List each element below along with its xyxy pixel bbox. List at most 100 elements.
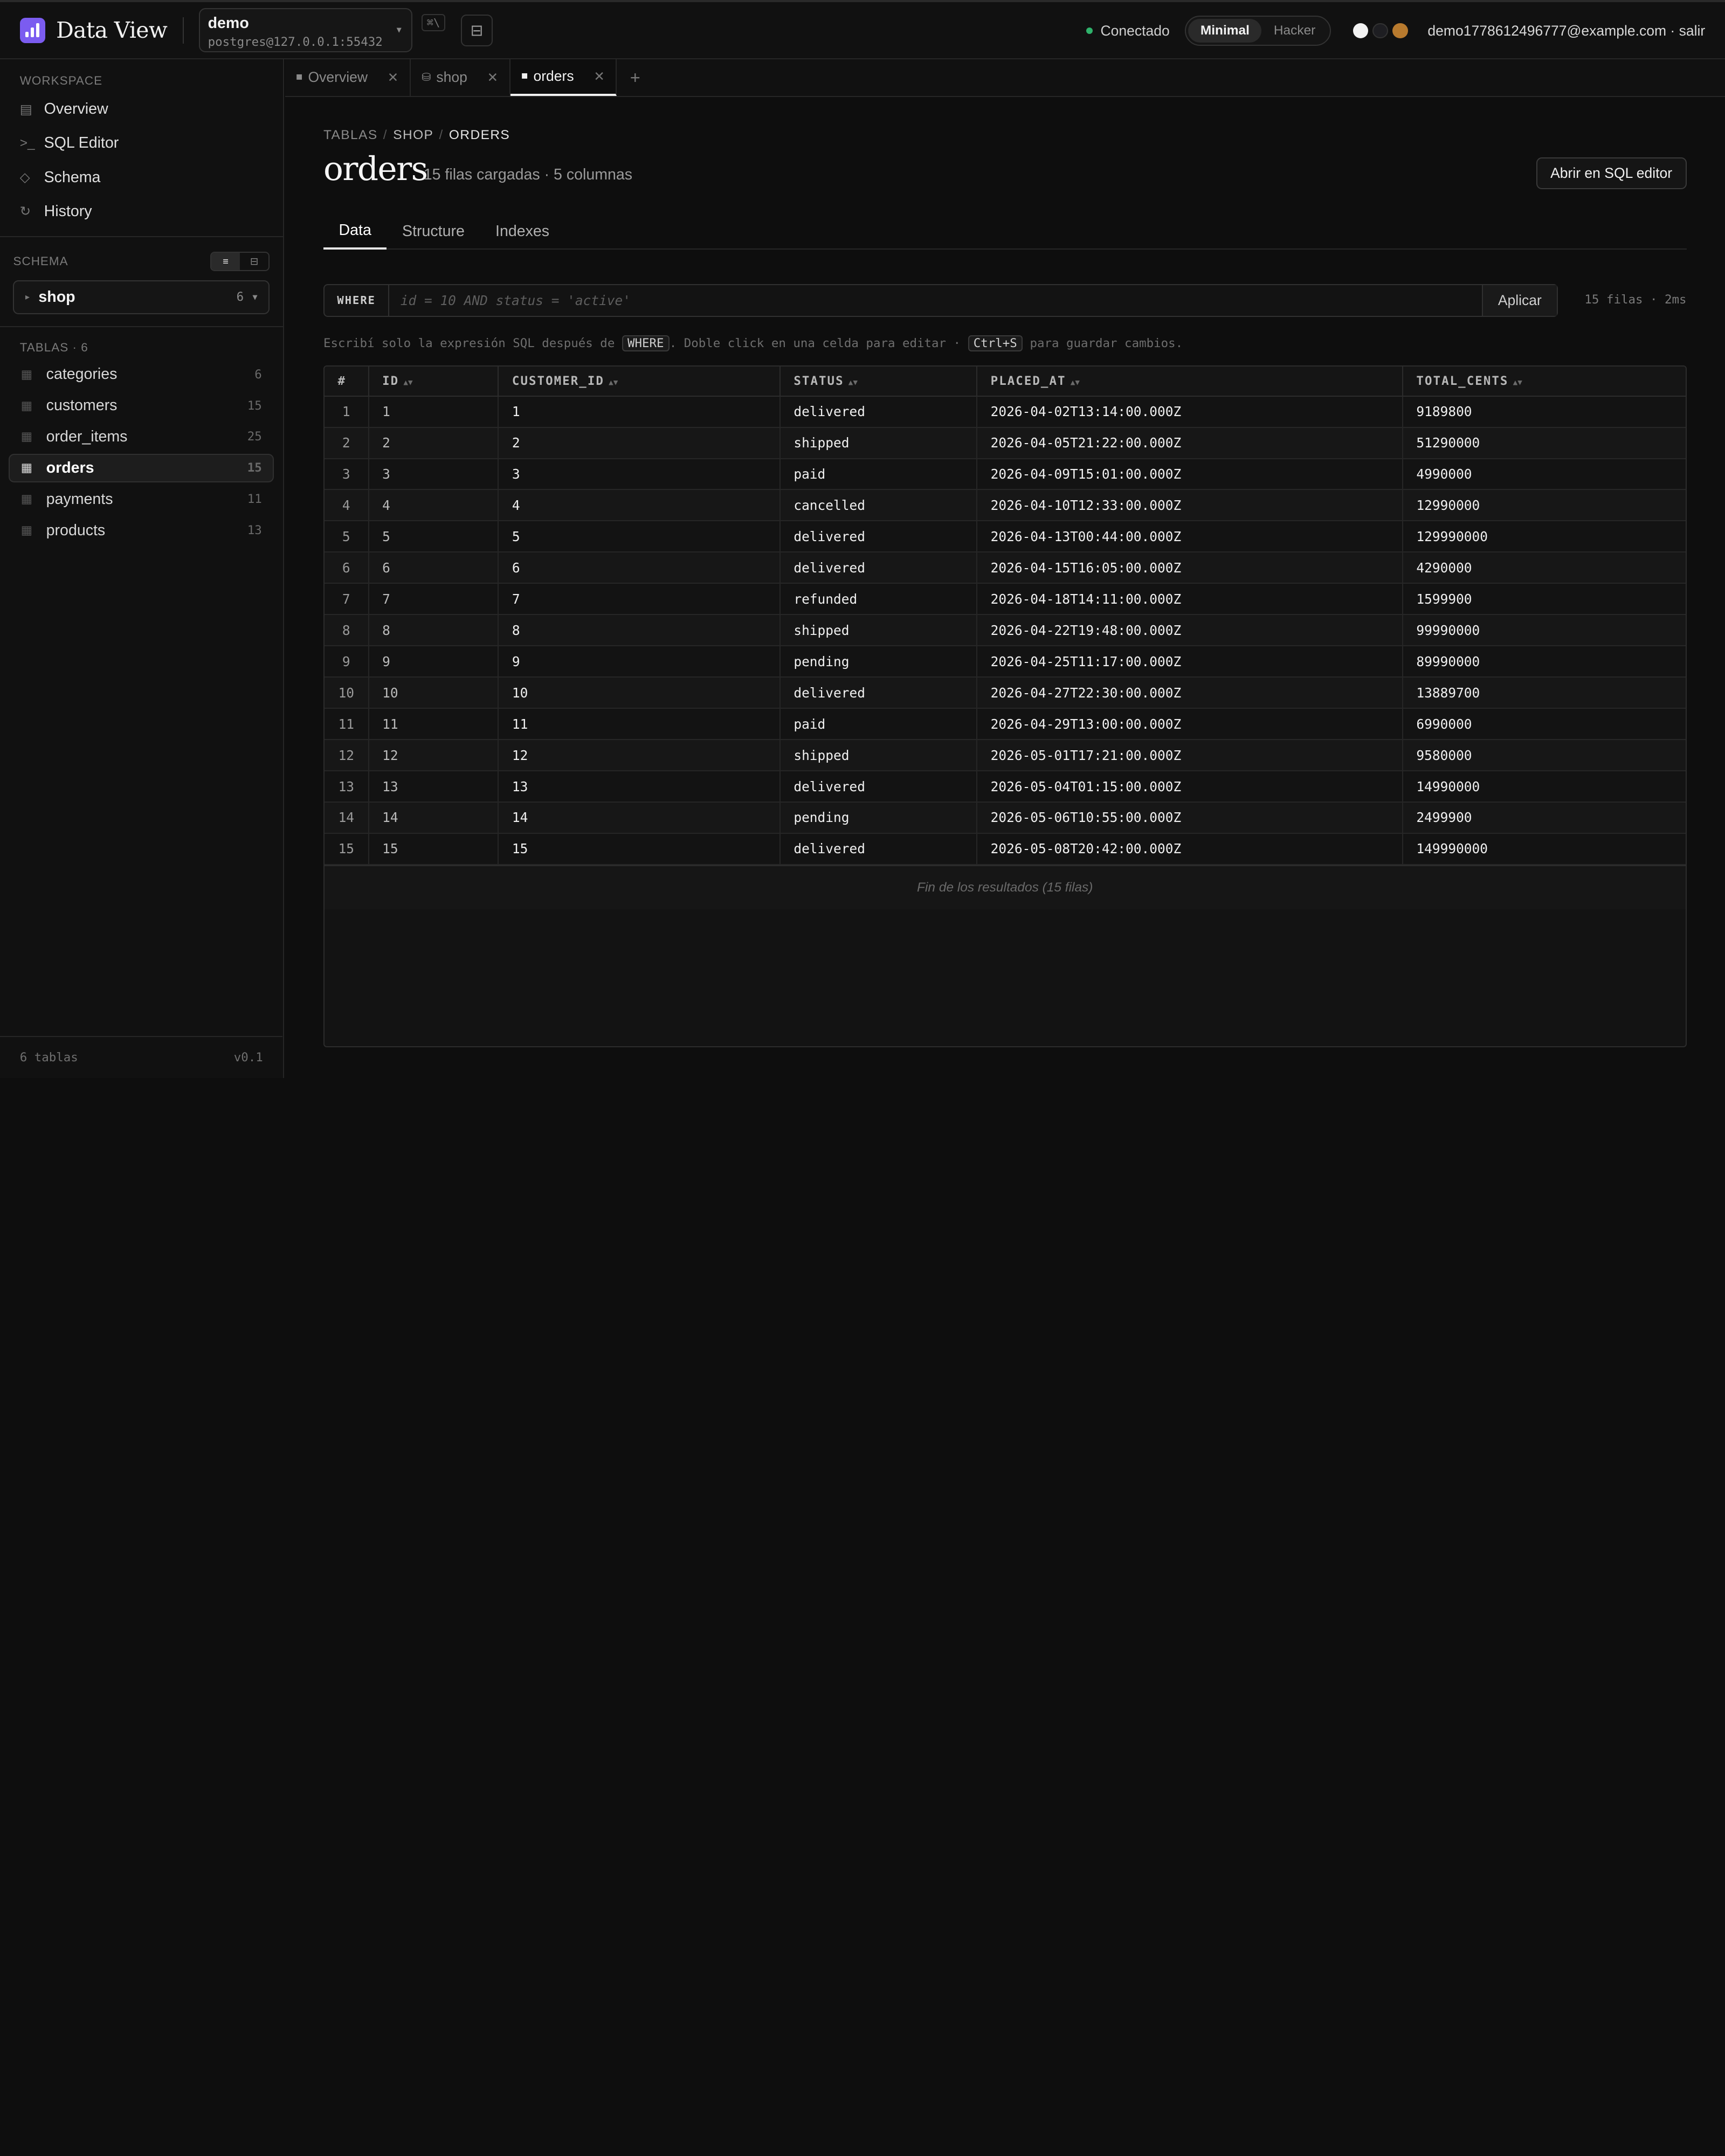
open-sql-editor-button[interactable]: Abrir en SQL editor bbox=[1536, 157, 1687, 189]
table-row[interactable]: 7 7 7 refunded 2026-04-18T14:11:00.000Z 15999… bbox=[324, 583, 1686, 616]
tab-structure[interactable]: Structure bbox=[387, 213, 480, 250]
placed-at-cell[interactable]: 2026-04-29T13:00:00.000Z bbox=[977, 708, 1403, 741]
id-cell[interactable]: 14 bbox=[368, 802, 499, 834]
id-cell[interactable]: 15 bbox=[368, 833, 499, 865]
total-cents-cell[interactable]: 2499900 bbox=[1402, 802, 1686, 834]
id-cell[interactable]: 5 bbox=[368, 521, 499, 553]
table-row[interactable]: 4 4 4 cancelled 2026-04-10T12:33:00.000Z 1299… bbox=[324, 489, 1686, 522]
table-row[interactable]: 9 9 9 pending 2026-04-25T11:17:00.000Z 899900… bbox=[324, 646, 1686, 678]
id-cell[interactable]: 4 bbox=[368, 489, 499, 522]
table-row[interactable]: 13 13 13 delivered 2026-05-04T01:15:00.000Z 1… bbox=[324, 771, 1686, 803]
status-cell[interactable]: shipped bbox=[779, 427, 978, 459]
id-cell[interactable]: 8 bbox=[368, 614, 499, 647]
total-cents-cell[interactable]: 4290000 bbox=[1402, 552, 1686, 584]
user-menu[interactable]: demo1778612496777@example.com · salir bbox=[1427, 23, 1705, 39]
toggle-panel-button[interactable]: ⊟ bbox=[460, 14, 493, 46]
table-row[interactable]: 8 8 8 shipped 2026-04-22T19:48:00.000Z 999900… bbox=[324, 614, 1686, 647]
theme-light-swatch[interactable] bbox=[1353, 23, 1369, 39]
column-header-id[interactable]: ID ▲▼ bbox=[368, 366, 499, 397]
sidebar-item-sql-editor[interactable]: >_ SQL Editor bbox=[0, 126, 283, 160]
customer-id-cell[interactable]: 13 bbox=[498, 771, 781, 803]
customer-id-cell[interactable]: 7 bbox=[498, 583, 781, 616]
status-cell[interactable]: paid bbox=[779, 458, 978, 490]
status-cell[interactable]: delivered bbox=[779, 833, 978, 865]
tab-orders[interactable]: ■ orders ✕ bbox=[510, 59, 617, 96]
total-cents-cell[interactable]: 9189800 bbox=[1402, 396, 1686, 428]
sort-icon[interactable]: ▲▼ bbox=[403, 378, 412, 387]
placed-at-cell[interactable]: 2026-04-10T12:33:00.000Z bbox=[977, 489, 1403, 522]
total-cents-cell[interactable]: 51290000 bbox=[1402, 427, 1686, 459]
placed-at-cell[interactable]: 2026-04-15T16:05:00.000Z bbox=[977, 552, 1403, 584]
total-cents-cell[interactable]: 99990000 bbox=[1402, 614, 1686, 647]
status-cell[interactable]: shipped bbox=[779, 614, 978, 647]
status-cell[interactable]: pending bbox=[779, 646, 978, 678]
table-item-order-items[interactable]: ▦ order_items 25 bbox=[9, 423, 274, 451]
id-cell[interactable]: 11 bbox=[368, 708, 499, 741]
status-cell[interactable]: delivered bbox=[779, 552, 978, 584]
placed-at-cell[interactable]: 2026-04-02T13:14:00.000Z bbox=[977, 396, 1403, 428]
logo[interactable]: Data View bbox=[19, 17, 168, 43]
status-cell[interactable]: paid bbox=[779, 708, 978, 741]
sort-icon[interactable]: ▲▼ bbox=[1513, 378, 1522, 387]
customer-id-cell[interactable]: 14 bbox=[498, 802, 781, 834]
placed-at-cell[interactable]: 2026-05-01T17:21:00.000Z bbox=[977, 740, 1403, 772]
id-cell[interactable]: 3 bbox=[368, 458, 499, 490]
status-cell[interactable]: delivered bbox=[779, 396, 978, 428]
total-cents-cell[interactable]: 6990000 bbox=[1402, 708, 1686, 741]
placed-at-cell[interactable]: 2026-05-04T01:15:00.000Z bbox=[977, 771, 1403, 803]
sidebar-item-overview[interactable]: ▤ Overview bbox=[0, 92, 283, 126]
customer-id-cell[interactable]: 12 bbox=[498, 740, 781, 772]
close-icon[interactable]: ✕ bbox=[487, 70, 499, 86]
tab-data[interactable]: Data bbox=[323, 213, 387, 250]
placed-at-cell[interactable]: 2026-04-05T21:22:00.000Z bbox=[977, 427, 1403, 459]
table-row[interactable]: 10 10 10 delivered 2026-04-27T22:30:00.000Z 1… bbox=[324, 677, 1686, 709]
id-cell[interactable]: 6 bbox=[368, 552, 499, 584]
total-cents-cell[interactable]: 12990000 bbox=[1402, 489, 1686, 522]
table-item-customers[interactable]: ▦ customers 15 bbox=[9, 391, 274, 420]
where-input[interactable] bbox=[389, 285, 1482, 316]
table-row[interactable]: 1 1 1 delivered 2026-04-02T13:14:00.000Z 9189… bbox=[324, 396, 1686, 428]
customer-id-cell[interactable]: 3 bbox=[498, 458, 781, 490]
tab-indexes[interactable]: Indexes bbox=[480, 213, 564, 250]
status-cell[interactable]: refunded bbox=[779, 583, 978, 616]
customer-id-cell[interactable]: 1 bbox=[498, 396, 781, 428]
table-row[interactable]: 12 12 12 shipped 2026-05-01T17:21:00.000Z 958… bbox=[324, 740, 1686, 772]
sidebar-item-schema[interactable]: ◇ Schema bbox=[0, 160, 283, 194]
grid-view-icon[interactable]: ⊟ bbox=[240, 253, 268, 271]
placed-at-cell[interactable]: 2026-04-27T22:30:00.000Z bbox=[977, 677, 1403, 709]
status-cell[interactable]: shipped bbox=[779, 740, 978, 772]
table-item-orders[interactable]: ▦ orders 15 bbox=[9, 453, 274, 482]
placed-at-cell[interactable]: 2026-05-08T20:42:00.000Z bbox=[977, 833, 1403, 865]
sort-icon[interactable]: ▲▼ bbox=[848, 378, 858, 387]
customer-id-cell[interactable]: 4 bbox=[498, 489, 781, 522]
customer-id-cell[interactable]: 11 bbox=[498, 708, 781, 741]
total-cents-cell[interactable]: 14990000 bbox=[1402, 771, 1686, 803]
id-cell[interactable]: 2 bbox=[368, 427, 499, 459]
close-icon[interactable]: ✕ bbox=[594, 68, 605, 85]
placed-at-cell[interactable]: 2026-04-22T19:48:00.000Z bbox=[977, 614, 1403, 647]
status-cell[interactable]: delivered bbox=[779, 521, 978, 553]
apply-button[interactable]: Aplicar bbox=[1481, 285, 1557, 316]
close-icon[interactable]: ✕ bbox=[388, 70, 399, 86]
id-cell[interactable]: 7 bbox=[368, 583, 499, 616]
theme-dark-swatch[interactable] bbox=[1372, 23, 1388, 39]
table-row[interactable]: 5 5 5 delivered 2026-04-13T00:44:00.000Z 1299… bbox=[324, 521, 1686, 553]
sort-icon[interactable]: ▲▼ bbox=[1071, 378, 1080, 387]
column-header-total-cents[interactable]: TOTAL_CENTS ▲▼ bbox=[1402, 366, 1686, 397]
table-row[interactable]: 14 14 14 pending 2026-05-06T10:55:00.000Z 249… bbox=[324, 802, 1686, 834]
tab-shop[interactable]: ⛁ shop ✕ bbox=[411, 59, 510, 96]
status-cell[interactable]: delivered bbox=[779, 677, 978, 709]
id-cell[interactable]: 13 bbox=[368, 771, 499, 803]
mode-hacker-button[interactable]: Hacker bbox=[1261, 19, 1327, 43]
sort-icon[interactable]: ▲▼ bbox=[609, 378, 618, 387]
table-item-categories[interactable]: ▦ categories 6 bbox=[9, 360, 274, 389]
total-cents-cell[interactable]: 149990000 bbox=[1402, 833, 1686, 865]
total-cents-cell[interactable]: 89990000 bbox=[1402, 646, 1686, 678]
status-cell[interactable]: pending bbox=[779, 802, 978, 834]
table-row[interactable]: 6 6 6 delivered 2026-04-15T16:05:00.000Z 4290… bbox=[324, 552, 1686, 584]
total-cents-cell[interactable]: 129990000 bbox=[1402, 521, 1686, 553]
table-item-payments[interactable]: ▦ payments 11 bbox=[9, 485, 274, 514]
schema-select[interactable]: ▸ shop 6 ▾ bbox=[13, 280, 270, 314]
column-header-placed-at[interactable]: PLACED_AT ▲▼ bbox=[977, 366, 1403, 397]
list-view-icon[interactable]: ≡ bbox=[211, 252, 240, 271]
